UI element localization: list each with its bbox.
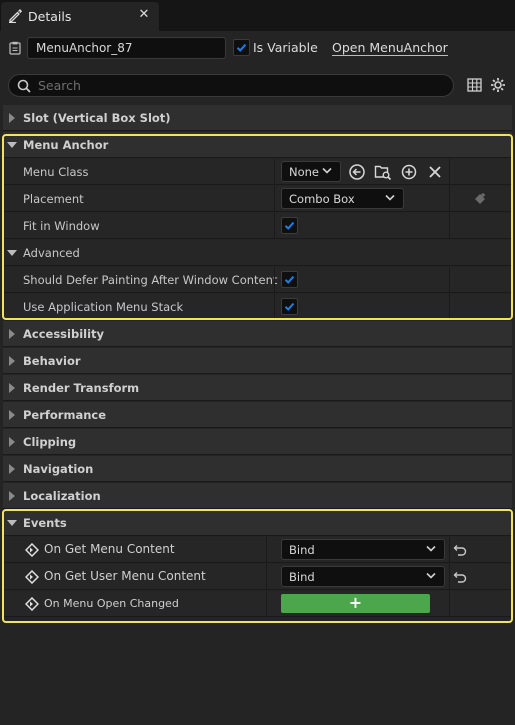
expand-arrow-icon (9, 356, 15, 366)
section-label: Navigation (23, 462, 94, 476)
tab-details[interactable]: Details ✕ (1, 2, 159, 31)
section-navigation[interactable]: Navigation (3, 456, 512, 482)
section-behavior[interactable]: Behavior (3, 348, 512, 374)
pencil-icon (9, 9, 22, 23)
search-placeholder: Search (38, 78, 81, 93)
section-label: Clipping (23, 435, 77, 449)
open-menuanchor-link[interactable]: Open MenuAnchor (332, 40, 448, 56)
clipboard-icon (9, 41, 21, 55)
highlight-menu-anchor (2, 134, 513, 320)
search-icon (17, 79, 31, 93)
expand-arrow-icon (9, 410, 15, 420)
is-variable-checkbox[interactable] (233, 39, 250, 56)
expand-arrow-icon (9, 383, 15, 393)
section-performance[interactable]: Performance (3, 402, 512, 428)
highlight-events (2, 509, 513, 623)
tab-title: Details (28, 9, 72, 24)
expand-arrow-icon (9, 113, 15, 123)
table-icon[interactable] (467, 78, 482, 92)
search-input[interactable]: Search (8, 74, 454, 97)
section-label: Performance (23, 408, 107, 422)
widget-name-input[interactable]: MenuAnchor_87 (27, 37, 226, 59)
section-render-transform[interactable]: Render Transform (3, 375, 512, 401)
expand-arrow-icon (9, 464, 15, 474)
section-accessibility[interactable]: Accessibility (3, 321, 512, 347)
section-label: Localization (23, 489, 101, 503)
expand-arrow-icon (9, 329, 15, 339)
expand-arrow-icon (9, 491, 15, 501)
checkmark-icon (236, 43, 247, 52)
section-localization[interactable]: Localization (3, 483, 512, 509)
section-label: Accessibility (23, 327, 105, 341)
is-variable-label: Is Variable (253, 40, 318, 55)
gear-icon[interactable] (490, 77, 506, 93)
close-icon[interactable]: ✕ (137, 7, 151, 22)
expand-arrow-icon (9, 437, 15, 447)
section-label: Render Transform (23, 381, 140, 395)
section-slot[interactable]: Slot (Vertical Box Slot) (3, 105, 512, 131)
section-label: Behavior (23, 354, 81, 368)
section-label: Slot (Vertical Box Slot) (23, 111, 171, 125)
section-clipping[interactable]: Clipping (3, 429, 512, 455)
